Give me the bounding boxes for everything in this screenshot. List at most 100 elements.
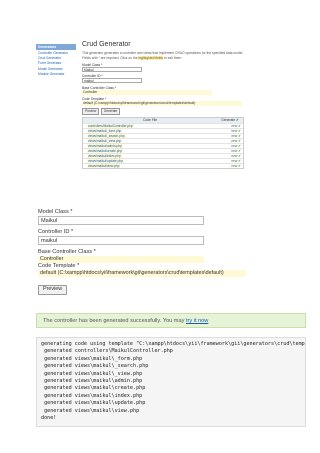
success-text: The controller has been generated succes… (43, 318, 186, 324)
log-line: generated views\maikul\admin.php (41, 378, 143, 385)
check-icon[interactable]: ✔ (238, 149, 241, 153)
table-row: views/maikul/create.php new ✔ (83, 147, 243, 153)
generate-button[interactable]: Generate (100, 107, 121, 115)
table-row: views/maikul/_search.php new ✔ (83, 132, 243, 138)
success-message: The controller has been generated succes… (36, 313, 306, 328)
code-file-cell: controllers/MaikulController.php (83, 123, 217, 128)
table-row: views/maikul/index.php new ✔ (83, 152, 243, 158)
code-file-link[interactable]: controllers/MaikulController.php (87, 123, 134, 128)
check-icon[interactable]: ✔ (238, 164, 241, 168)
table-row: views/maikul/_view.php new ✔ (83, 137, 243, 143)
zoom-code-template-label: Code Template * (38, 263, 80, 269)
code-file-cell: views/maikul/view.php (83, 163, 217, 168)
fields-note-post: to edit them. (163, 56, 183, 61)
log-line: generated views\maikul\_form.php (41, 355, 143, 362)
base-controller-field[interactable]: Controller (82, 89, 212, 95)
file-status: new (231, 138, 238, 143)
code-file-link[interactable]: views/maikul/update.php (87, 158, 124, 163)
page-description: This generator generates a controller an… (82, 50, 244, 55)
table-row: controllers/MaikulController.php new ✔ (83, 122, 243, 128)
gii-main: Crud Generator This generator generates … (82, 40, 244, 169)
code-file-cell: views/maikul/_form.php (83, 128, 217, 133)
model-class-input[interactable]: Maikul (82, 66, 142, 72)
zoom-base-controller-field[interactable]: Controller (38, 256, 204, 263)
code-file-link[interactable]: views/maikul/_view.php (87, 138, 123, 143)
check-all-icon[interactable]: ✔ (236, 118, 239, 122)
code-file-link[interactable]: views/maikul/_form.php (87, 128, 123, 133)
header-generate: Generate ✔ (217, 118, 243, 123)
file-status: new (231, 158, 238, 163)
header-generate-label: Generate (221, 117, 236, 122)
zoom-controller-id-label: Controller ID * (38, 229, 74, 235)
fields-note: Fields with * are required. Click on the… (82, 56, 244, 61)
file-status: new (231, 153, 238, 158)
check-icon[interactable]: ✔ (238, 154, 241, 158)
generate-cell: new ✔ (217, 129, 243, 133)
log-line: generated views\maikul\_view.php (41, 370, 143, 377)
code-file-link[interactable]: views/maikul/index.php (87, 153, 122, 158)
page-title: Crud Generator (82, 41, 131, 48)
check-icon[interactable]: ✔ (238, 159, 241, 163)
file-status: new (231, 163, 238, 168)
log-line: generated views\maikul\view.php (41, 407, 140, 414)
zoom-model-class-label: Model Class * (38, 209, 73, 215)
zoom-code-template-field[interactable]: default (C:\xampp\htdocs\yii\framework\g… (38, 270, 246, 277)
code-file-cell: views/maikul/index.php (83, 153, 217, 158)
preview-button[interactable]: Preview (82, 107, 100, 115)
code-file-cell: views/maikul/admin.php (83, 143, 217, 148)
file-status: new (231, 143, 238, 148)
log-line: done! (41, 415, 57, 422)
check-icon[interactable]: ✔ (238, 124, 241, 128)
generate-cell: new ✔ (217, 144, 243, 148)
check-icon[interactable]: ✔ (238, 139, 241, 143)
log-line: generated views\maikul\_search.php (41, 363, 149, 370)
fields-note-pre: Fields with * are required. Click on the (82, 56, 139, 61)
table-row: views/maikul/admin.php new ✔ (83, 142, 243, 148)
zoom-preview-button[interactable]: Preview (38, 284, 68, 295)
code-file-cell: views/maikul/update.php (83, 158, 217, 163)
file-status: new (231, 128, 238, 133)
log-line: generating code using template "C:\xampp… (41, 341, 305, 347)
table-row: views/maikul/_form.php new ✔ (83, 127, 243, 133)
code-file-cell: views/maikul/_view.php (83, 138, 217, 143)
file-status: new (231, 123, 238, 128)
log-line: generated controllers\MaikulController.p… (41, 348, 173, 355)
log-line: generated views\maikul\create.php (41, 385, 146, 392)
generate-cell: new ✔ (217, 149, 243, 153)
code-file-cell: views/maikul/_search.php (83, 133, 217, 138)
log-line: generated views\maikul\update.php (41, 400, 146, 407)
table-row: views/maikul/update.php new ✔ (83, 157, 243, 163)
generate-cell: new ✔ (217, 134, 243, 138)
code-file-cell: views/maikul/create.php (83, 148, 217, 153)
gii-screenshot: Generators Controller Generator Crud Gen… (36, 40, 244, 188)
code-template-field[interactable]: default (C:\xampp\htdocs\yii\framework\g… (82, 100, 242, 106)
generators-sidebar: Generators Controller Generator Crud Gen… (36, 44, 76, 76)
file-status: new (231, 133, 238, 138)
code-file-table: Code File Generate ✔ controllers/MaikulC… (82, 116, 244, 169)
generate-cell: new ✔ (217, 164, 243, 168)
check-icon[interactable]: ✔ (238, 144, 241, 148)
form-buttons: Preview Generate (82, 107, 244, 115)
generate-cell: new ✔ (217, 154, 243, 158)
code-file-link[interactable]: views/maikul/create.php (87, 148, 124, 153)
code-file-link[interactable]: views/maikul/admin.php (87, 143, 123, 148)
zoom-controller-id-input[interactable]: maikul (38, 236, 204, 245)
check-icon[interactable]: ✔ (238, 129, 241, 133)
header-code-file: Code File (142, 117, 158, 122)
generate-cell: new ✔ (217, 139, 243, 143)
code-file-link[interactable]: views/maikul/_search.php (87, 133, 126, 138)
code-file-link[interactable]: views/maikul/view.php (87, 163, 121, 168)
sidebar-item-module-generator[interactable]: Module Generator (36, 71, 76, 76)
table-row: views/maikul/view.php new ✔ (83, 162, 243, 168)
generation-log: generating code using template "C:\xampp… (36, 337, 306, 427)
generate-cell: new ✔ (217, 124, 243, 128)
fields-note-highlight: highlighted fields (138, 56, 164, 61)
generate-cell: new ✔ (217, 159, 243, 163)
try-it-now-link[interactable]: try it now (186, 318, 208, 324)
controller-id-input[interactable]: maikul (82, 78, 142, 84)
log-line: generated views\maikul\index.php (41, 392, 143, 399)
zoomed-form: Model Class * Maikul Controller ID * mai… (38, 209, 300, 295)
zoom-model-class-input[interactable]: Maikul (38, 216, 204, 225)
check-icon[interactable]: ✔ (238, 134, 241, 138)
code-file-table-header: Code File Generate ✔ (83, 117, 243, 123)
